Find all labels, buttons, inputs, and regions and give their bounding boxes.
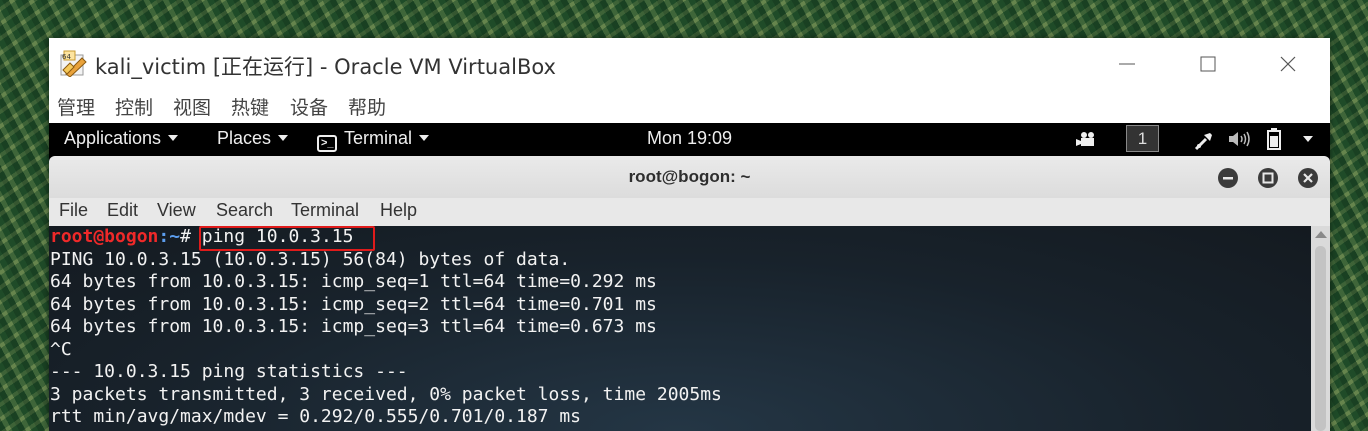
output-line: ^C [50,338,72,360]
terminal-icon: >_ [317,135,337,152]
menu-manage[interactable]: 管理 [57,93,95,120]
volume-icon[interactable] [1228,130,1252,148]
terminal-close-button[interactable] [1298,168,1318,188]
applications-menu[interactable]: Applications [64,128,179,149]
terminal-title: root@bogon: ~ [628,167,751,186]
menu-search[interactable]: Search [216,200,273,221]
virtualbox-menubar: 管理 控制 视图 热键 设备 帮助 [49,90,1330,122]
places-label: Places [217,128,272,148]
output-line: 64 bytes from 10.0.3.15: icmp_seq=1 ttl=… [50,271,657,292]
virtualbox-titlebar[interactable]: 64 kali_victim [正在运行] - Oracle VM Virtua… [49,38,1330,88]
scrollbar-thumb[interactable] [1315,246,1326,431]
terminal-window: root@bogon: ~ File Edit View Search Term… [49,156,1330,431]
terminal-maximize-button[interactable] [1258,168,1278,188]
terminal-menubar: File Edit View Search Terminal Help [49,198,1330,226]
output-line: PING 10.0.3.15 (10.0.3.15) 56(84) bytes … [50,248,571,270]
close-icon[interactable] [1275,51,1301,77]
maximize-icon [1262,172,1274,184]
prompt-path: :~ [158,226,181,247]
applications-label: Applications [64,128,162,148]
chevron-down-icon [278,135,289,141]
menu-devices[interactable]: 设备 [290,93,328,120]
menu-help[interactable]: 帮助 [348,93,386,120]
guest-screen[interactable]: Applications Places >_ Terminal Mon 19:09… [49,123,1330,431]
minimize-icon[interactable] [1114,51,1140,77]
terminal-app-label: Terminal [344,128,413,148]
scroll-up-arrow-icon[interactable] [1315,231,1327,238]
output-line: --- 10.0.3.15 ping statistics --- [50,361,408,382]
minimize-icon [1223,177,1233,180]
system-menu-chevron-icon[interactable] [1303,136,1313,142]
terminal-app-menu[interactable]: >_ Terminal [317,128,430,152]
menu-control[interactable]: 控制 [115,93,153,120]
terminal-scrollbar[interactable] [1311,226,1330,431]
menu-hotkeys[interactable]: 热键 [231,93,269,120]
workspace-indicator[interactable]: 1 [1126,125,1159,152]
clock[interactable]: Mon 19:09 [647,128,732,149]
menu-terminal[interactable]: Terminal [291,200,359,221]
menu-view[interactable]: View [157,200,196,221]
virtualbox-app-icon: 64 [60,50,87,77]
places-menu[interactable]: Places [217,128,289,149]
battery-icon[interactable] [1267,128,1281,150]
output-line: 64 bytes from 10.0.3.15: icmp_seq=2 ttl=… [50,293,657,315]
output-line: 3 packets transmitted, 3 received, 0% pa… [50,383,722,405]
terminal-titlebar[interactable]: root@bogon: ~ [49,156,1330,198]
menu-edit[interactable]: Edit [107,200,138,221]
svg-text:64: 64 [62,53,71,61]
menu-file[interactable]: File [59,200,88,221]
virtualbox-window: 64 kali_victim [正在运行] - Oracle VM Virtua… [49,38,1330,431]
menu-view[interactable]: 视图 [173,93,211,120]
window-title: kali_victim [正在运行] - Oracle VM VirtualBo… [95,55,556,79]
chevron-down-icon [168,135,179,141]
command-highlight-box [199,226,375,251]
output-line: 64 bytes from 10.0.3.15: icmp_seq=3 ttl=… [50,316,657,337]
menu-help[interactable]: Help [380,200,417,221]
chevron-down-icon [419,135,430,141]
terminal-minimize-button[interactable] [1218,168,1238,188]
terminal-output[interactable]: root@bogon:~# ping 10.0.3.15 PING 10.0.3… [49,226,1311,431]
video-camera-icon[interactable] [1075,131,1097,147]
close-icon [1303,173,1313,183]
gnome-top-bar: Applications Places >_ Terminal Mon 19:09… [49,123,1330,155]
prompt-user: root@bogon [50,226,159,247]
network-icon[interactable] [1194,129,1216,151]
maximize-icon[interactable] [1195,51,1221,77]
output-line: rtt min/avg/max/mdev = 0.292/0.555/0.701… [50,406,582,427]
